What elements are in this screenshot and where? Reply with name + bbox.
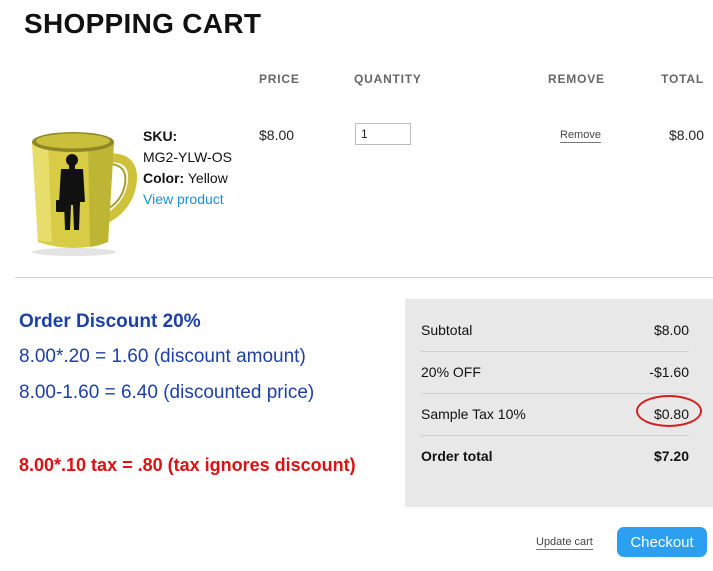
divider: [15, 277, 713, 278]
subtotal-value: $8.00: [653, 322, 689, 338]
annotation-discount-amount: 8.00*.20 = 1.60 (discount amount): [19, 346, 306, 367]
order-total-label: Order total: [421, 448, 493, 464]
subtotal-row: Subtotal $8.00: [421, 309, 689, 352]
view-product-link[interactable]: View product: [143, 189, 232, 210]
discount-label: 20% OFF: [421, 364, 481, 380]
product-image-mug[interactable]: [28, 112, 140, 258]
tax-label: Sample Tax: [421, 406, 494, 422]
discount-value: -$1.60: [649, 364, 689, 380]
page-title: SHOPPING CART: [24, 8, 262, 39]
quantity-input[interactable]: [355, 123, 411, 145]
order-total-value: $7.20: [653, 448, 689, 464]
tax-rate: 10%: [497, 406, 526, 422]
column-header-remove: REMOVE: [548, 72, 605, 86]
color-value: Yellow: [187, 170, 228, 186]
sku-value: MG2-YLW-OS: [143, 149, 232, 165]
tax-label-group: Sample Tax 10%: [421, 406, 526, 422]
annotation-title: Order Discount 20%: [19, 311, 201, 332]
subtotal-label: Subtotal: [421, 322, 473, 338]
color-label: Color:: [143, 170, 185, 186]
tax-highlight-circle: [636, 395, 702, 427]
item-price: $8.00: [259, 127, 295, 143]
checkout-button[interactable]: Checkout: [617, 527, 707, 557]
update-cart-button[interactable]: Update cart: [536, 535, 593, 550]
column-header-quantity: QUANTITY: [354, 72, 422, 86]
order-summary: Subtotal $8.00 20% OFF -$1.60 Sample Tax…: [405, 299, 713, 507]
discount-row: 20% OFF -$1.60: [421, 351, 689, 394]
sku-label: SKU:: [143, 128, 178, 144]
order-total-row: Order total $7.20: [421, 435, 689, 477]
column-header-price: PRICE: [259, 72, 300, 86]
column-header-total: TOTAL: [661, 72, 704, 86]
annotation-discounted-price: 8.00-1.60 = 6.40 (discounted price): [19, 382, 315, 403]
remove-button[interactable]: Remove: [560, 128, 601, 143]
color-row: Color: Yellow: [143, 168, 232, 189]
annotation-tax-note: 8.00*.10 tax = .80 (tax ignores discount…: [19, 455, 356, 475]
item-total: $8.00: [668, 127, 704, 143]
product-details: SKU: MG2-YLW-OS Color: Yellow View produ…: [143, 126, 232, 210]
